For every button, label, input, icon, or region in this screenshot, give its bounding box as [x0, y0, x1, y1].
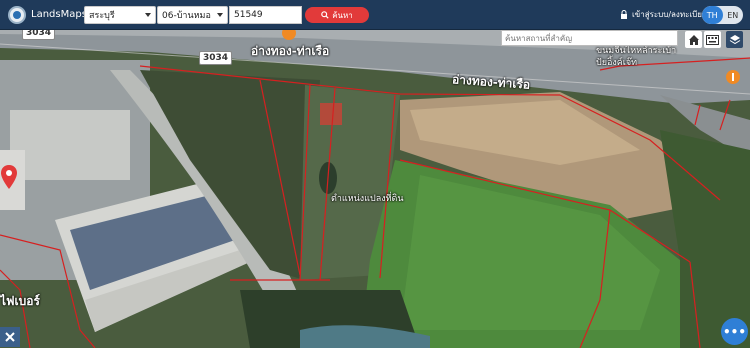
poi-label: ขนมจีนไหหลำระเบ้าปัยอิ้งค์เจ๊ท — [596, 46, 677, 68]
keyboard-icon — [706, 34, 719, 45]
login-label: เข้าสู่ระบบ/ลงทะเบียน — [632, 10, 708, 19]
search-button-label: ค้นหา — [332, 10, 353, 20]
search-icon — [321, 11, 329, 19]
province-select[interactable]: สระบุรี — [84, 6, 156, 24]
home-button[interactable] — [685, 31, 702, 48]
more-button[interactable]: ••• — [721, 318, 748, 345]
tools-button[interactable] — [0, 327, 20, 347]
logo-icon — [8, 5, 26, 24]
map-pin-icon[interactable] — [0, 165, 18, 189]
search-button[interactable]: ค้นหา — [305, 7, 369, 23]
lang-th-button[interactable]: TH — [702, 6, 723, 24]
province-value: สระบุรี — [89, 11, 115, 21]
app-name: LandsMaps — [31, 9, 87, 20]
layers-button[interactable] — [726, 31, 743, 48]
place-label: ไฟเบอร์ — [0, 294, 40, 308]
login-link[interactable]: เข้าสู่ระบบ/ลงทะเบียน — [620, 8, 707, 21]
language-toggle[interactable]: TH EN — [702, 6, 743, 24]
route-number-badge: 3034 — [199, 51, 233, 65]
satellite-map[interactable]: 3034 3034 อ่างทอง-ท่าเรือ อ่างทอง-ท่าเรื… — [0, 30, 750, 348]
marker-icon[interactable] — [282, 30, 296, 40]
home-icon — [688, 34, 699, 45]
layers-icon — [729, 34, 740, 44]
pin-label: ตำแหน่งแปลงที่ดิน — [331, 194, 404, 204]
map-imagery — [0, 30, 750, 348]
chevron-down-icon — [217, 13, 223, 17]
lang-en-button[interactable]: EN — [723, 6, 744, 24]
app-logo[interactable]: LandsMaps — [4, 5, 87, 24]
more-icon: ••• — [722, 324, 746, 339]
lock-icon — [621, 10, 627, 19]
district-value: 06-บ้านหมอ — [162, 11, 211, 21]
road-label: อ่างทอง-ท่าเรือ — [251, 44, 330, 58]
keyboard-button[interactable] — [704, 31, 721, 48]
tools-icon — [5, 332, 15, 342]
chevron-down-icon — [145, 13, 151, 17]
parcel-number-input[interactable] — [229, 6, 302, 24]
place-search-input[interactable] — [501, 30, 678, 46]
restaurant-icon[interactable] — [726, 70, 740, 84]
route-number-badge-top: 3034 — [22, 30, 56, 40]
district-select[interactable]: 06-บ้านหมอ — [157, 6, 228, 24]
